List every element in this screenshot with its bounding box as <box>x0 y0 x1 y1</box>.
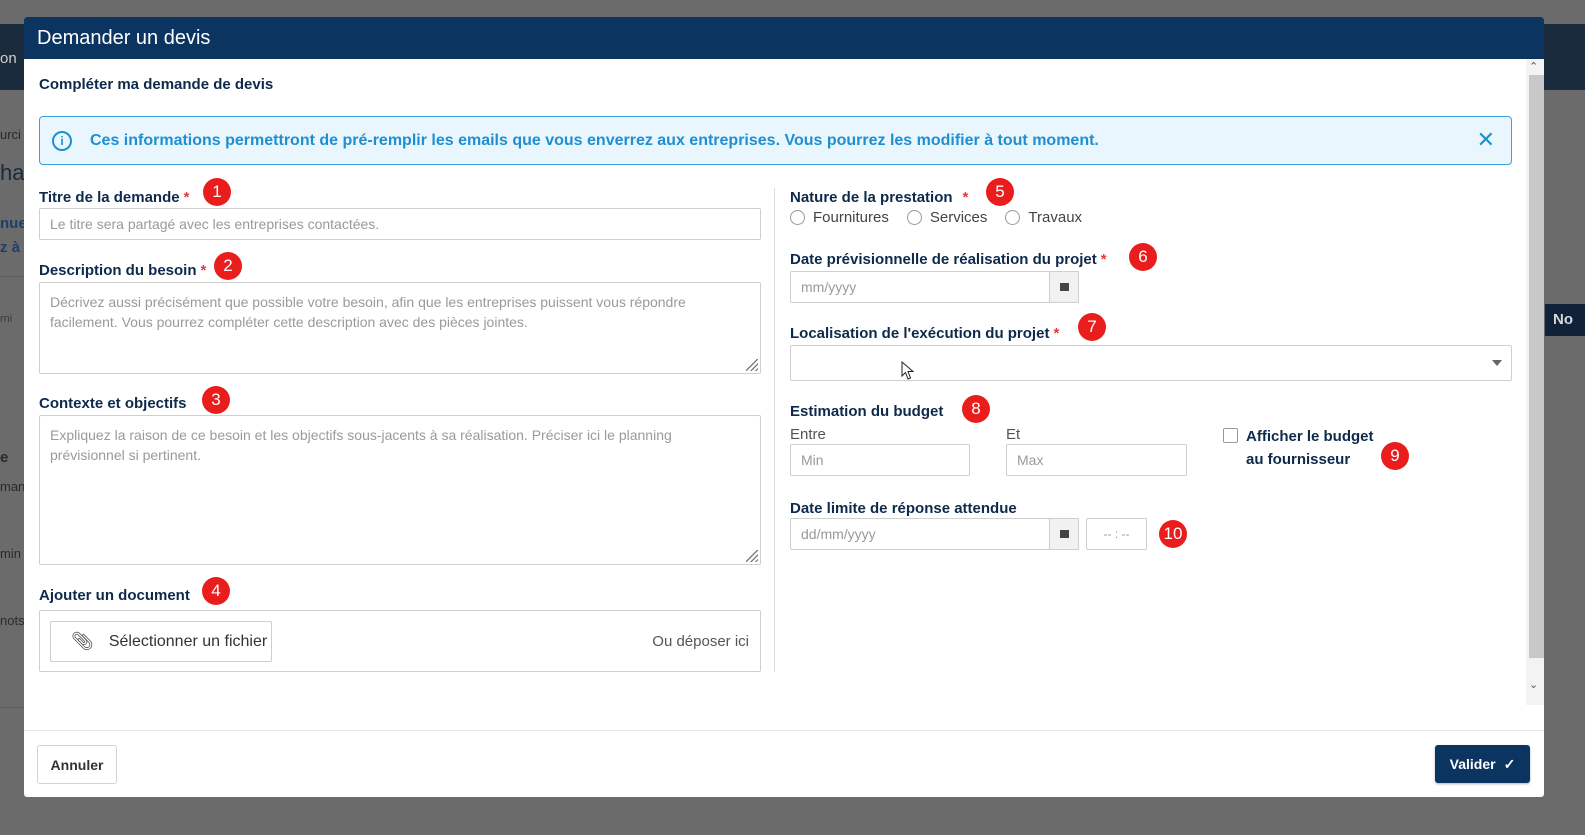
radio-button[interactable] <box>790 210 805 225</box>
budget-label: Estimation du budget <box>790 403 944 420</box>
background-text: min <box>0 546 21 561</box>
radio-button[interactable] <box>1005 210 1021 225</box>
date-prev-label: Date prévisionnelle de réalisation du pr… <box>790 251 1107 268</box>
contexte-textarea[interactable]: Expliquez la raison de ce besoin et les … <box>39 415 761 565</box>
background-text: nots <box>0 613 25 628</box>
budget-min-input[interactable]: Min <box>790 444 970 476</box>
background-text: ha <box>0 160 25 185</box>
budget-max-label: Et <box>1006 426 1021 443</box>
radio-fournitures[interactable]: Fournitures <box>790 209 889 226</box>
afficher-budget-checkbox[interactable] <box>1223 428 1238 443</box>
resize-handle-icon[interactable] <box>746 359 758 371</box>
quote-request-modal: Demander un devis Compléter ma demande d… <box>24 17 1544 797</box>
calendar-icon <box>1059 283 1069 291</box>
localisation-select[interactable] <box>790 345 1512 381</box>
submit-button[interactable]: Valider ✓ <box>1435 745 1530 783</box>
annotation-badge: 2 <box>214 252 242 280</box>
background-no-button: No <box>1545 304 1585 336</box>
background-text: on <box>0 50 17 67</box>
annotation-badge: 8 <box>962 395 990 423</box>
file-dropzone[interactable]: 📎︎ Sélectionner un fichier Ou déposer ic… <box>39 610 761 672</box>
background-text: e <box>0 449 9 466</box>
date-limite-label: Date limite de réponse attendue <box>790 500 1017 517</box>
background-text: nue <box>0 215 27 232</box>
budget-min-label: Entre <box>790 426 826 443</box>
annotation-badge: 6 <box>1129 243 1157 271</box>
background-text: urci <box>0 127 21 142</box>
date-limite-input[interactable]: dd/mm/yyyy <box>790 518 1050 550</box>
scroll-up-icon[interactable]: ⌃ <box>1529 61 1538 73</box>
section-title: Compléter ma demande de devis <box>39 76 274 93</box>
background-text: rni <box>0 313 13 325</box>
column-divider <box>774 188 775 672</box>
localisation-label: Localisation de l'exécution du projet * <box>790 325 1060 342</box>
radio-services[interactable]: Services <box>906 209 987 226</box>
cancel-button[interactable]: Annuler <box>37 745 117 784</box>
afficher-budget-label[interactable]: Afficher le budget au fournisseur <box>1246 425 1374 471</box>
drop-hint: Ou déposer ici <box>652 633 749 650</box>
annotation-badge: 1 <box>203 178 231 206</box>
modal-title: Demander un devis <box>37 27 211 49</box>
annotation-badge: 9 <box>1381 442 1409 470</box>
annotation-badge: 7 <box>1078 313 1106 341</box>
modal-scrollbar[interactable]: ⌃ ⌄ <box>1526 59 1544 705</box>
modal-footer: Annuler Valider ✓ <box>24 730 1544 797</box>
annotation-badge: 5 <box>986 178 1014 206</box>
calendar-button[interactable] <box>1049 518 1079 550</box>
background-text: man <box>0 479 26 494</box>
resize-handle-icon[interactable] <box>746 550 758 562</box>
background-divider <box>0 707 24 708</box>
titre-label: Titre de la demande * <box>39 189 190 206</box>
paperclip-icon: 📎︎ <box>71 631 94 651</box>
modal-header: Demander un devis <box>24 17 1544 59</box>
radio-travaux[interactable]: Travaux <box>1005 209 1082 226</box>
nature-label: Nature de la prestation * <box>790 189 969 206</box>
background-text: z à <box>0 239 21 256</box>
calendar-icon <box>1059 530 1069 538</box>
description-textarea[interactable]: Décrivez aussi précisément que possible … <box>39 282 761 374</box>
background-divider <box>0 276 24 277</box>
radio-button[interactable] <box>906 210 922 225</box>
description-label: Description du besoin * <box>39 262 207 279</box>
close-icon[interactable]: ✕ <box>1477 128 1495 152</box>
mouse-cursor-icon <box>901 361 915 380</box>
document-label: Ajouter un document <box>39 587 190 604</box>
info-icon: i <box>52 130 72 151</box>
scroll-thumb[interactable] <box>1529 75 1544 658</box>
annotation-badge: 4 <box>202 577 230 605</box>
nature-radio-group: Fournitures Services Travaux <box>790 209 1082 226</box>
budget-max-input[interactable]: Max <box>1006 444 1187 476</box>
alert-text: Ces informations permettront de pré-remp… <box>90 131 1099 149</box>
date-prev-input[interactable]: mm/yyyy <box>790 271 1050 303</box>
annotation-badge: 10 <box>1159 520 1187 548</box>
calendar-button[interactable] <box>1049 271 1079 303</box>
select-file-button[interactable]: 📎︎ Sélectionner un fichier <box>50 621 272 662</box>
titre-input[interactable]: Le titre sera partagé avec les entrepris… <box>39 208 761 240</box>
info-alert: i Ces informations permettront de pré-re… <box>39 116 1512 165</box>
time-input[interactable]: -- : -- <box>1086 518 1147 550</box>
modal-body: Compléter ma demande de devis i Ces info… <box>24 59 1526 705</box>
contexte-label: Contexte et objectifs <box>39 395 187 412</box>
annotation-badge: 3 <box>202 386 230 414</box>
check-icon: ✓ <box>1503 755 1516 772</box>
chevron-down-icon <box>1492 360 1502 366</box>
scroll-down-icon[interactable]: ⌄ <box>1529 679 1538 691</box>
